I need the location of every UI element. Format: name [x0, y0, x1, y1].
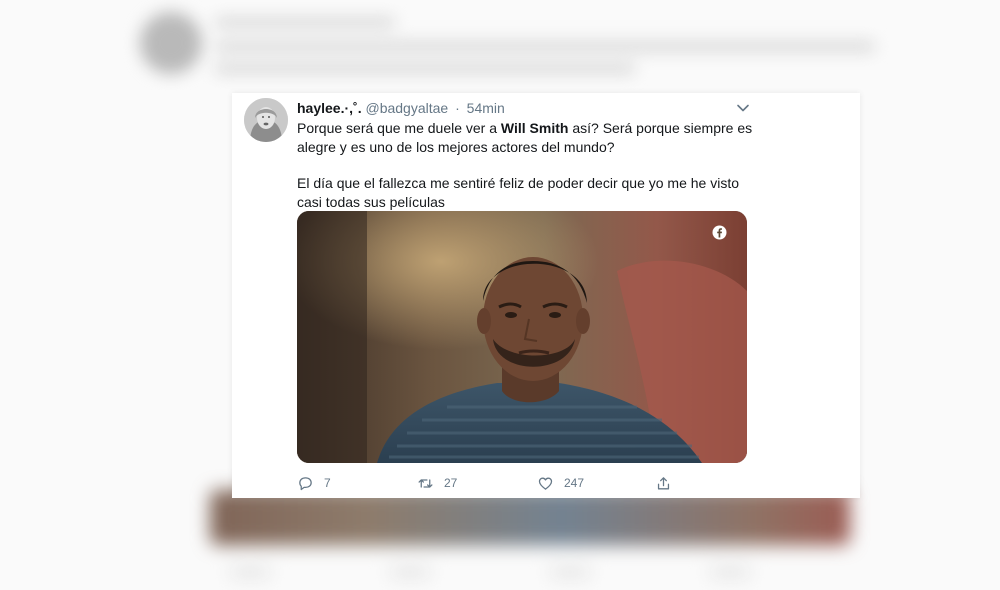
user-handle[interactable]: @badgyaltae	[365, 100, 448, 116]
blurred-action	[390, 568, 430, 576]
tweet-timestamp[interactable]: 54min	[467, 100, 505, 116]
blurred-text-line	[215, 64, 635, 73]
blurred-action	[230, 568, 270, 576]
reply-icon	[299, 476, 312, 490]
tweet-paragraph-1: Porque será que me duele ver a Will Smit…	[297, 119, 757, 156]
tweet-text-segment: Porque será que me duele ver a	[297, 120, 501, 136]
share-button[interactable]	[655, 473, 682, 493]
tweet-header: haylee.·,˚. @badgyaltae · 54min	[297, 99, 505, 117]
blurred-text-line	[215, 18, 395, 27]
more-options-button[interactable]	[736, 101, 750, 115]
tweet-card[interactable]: haylee.·,˚. @badgyaltae · 54min Porque s…	[232, 93, 860, 498]
display-name[interactable]: haylee.·,˚.	[297, 100, 362, 116]
separator-dot: ·	[455, 100, 460, 116]
chevron-down-icon	[737, 104, 749, 112]
blurred-text-line	[215, 42, 875, 51]
blurred-action	[710, 568, 750, 576]
blurred-avatar	[140, 12, 202, 74]
like-count: 247	[564, 476, 585, 490]
blurred-previous-tweet	[110, 0, 900, 95]
retweet-icon	[418, 478, 433, 488]
tweet-paragraph-2: El día que el fallezca me sentiré feliz …	[297, 175, 740, 210]
avatar-image	[244, 98, 288, 142]
retweet-count: 27	[444, 476, 458, 490]
tweet-text: Porque será que me duele ver a Will Smit…	[297, 119, 757, 211]
reply-button[interactable]: 7	[297, 473, 331, 493]
media-photo	[297, 211, 747, 463]
facebook-icon	[712, 225, 727, 240]
like-button[interactable]: 247	[537, 473, 584, 493]
tweet-text-bold: Will Smith	[500, 120, 569, 136]
retweet-button[interactable]: 27	[417, 473, 457, 493]
tweet-actions: 7 27 247	[297, 473, 717, 493]
tweet-media[interactable]	[297, 211, 747, 463]
heart-icon	[538, 477, 553, 490]
blurred-photo	[210, 490, 850, 545]
reply-count: 7	[324, 476, 331, 490]
share-icon	[657, 476, 670, 489]
blurred-next-tweet	[190, 490, 870, 590]
avatar[interactable]	[244, 98, 288, 142]
blurred-action	[550, 568, 590, 576]
